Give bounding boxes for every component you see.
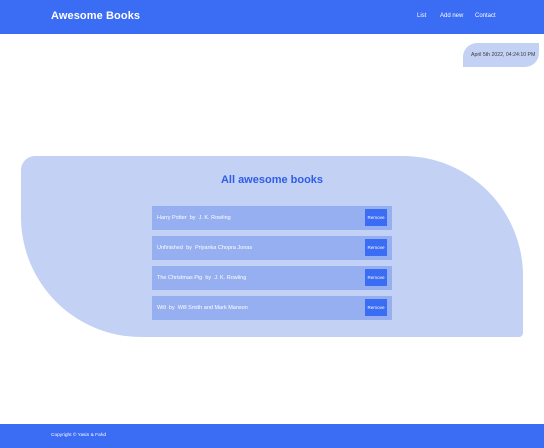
date-text: April 5th 2022, 04:24:10 PM bbox=[471, 52, 536, 58]
remove-button[interactable]: Remove bbox=[365, 239, 387, 256]
book-item: Harry Potter by J. K. Rowling Remove bbox=[152, 206, 392, 230]
book-title: Unfinished bbox=[157, 245, 183, 251]
nav-list-link[interactable]: List bbox=[417, 13, 426, 19]
header: Awesome Books List Add new Contact bbox=[0, 0, 544, 34]
book-author: J. K. Rowling bbox=[214, 275, 247, 281]
book-author: J. K. Rowling bbox=[198, 215, 231, 221]
book-by: by bbox=[186, 245, 192, 251]
footer: Copyright © Yasin & Fahd bbox=[0, 424, 544, 448]
books-title: All awesome books bbox=[220, 174, 324, 186]
remove-button[interactable]: Remove bbox=[365, 269, 387, 286]
nav-menu: List Add new Contact bbox=[0, 13, 544, 23]
nav-contact-link[interactable]: Contact bbox=[475, 13, 496, 19]
book-item: The Christmas Pig by J. K. Rowling Remov… bbox=[152, 266, 392, 290]
book-by: by bbox=[189, 215, 196, 221]
date-display: April 5th 2022, 04:24:10 PM bbox=[463, 43, 539, 67]
book-by: by bbox=[168, 305, 175, 311]
remove-button[interactable]: Remove bbox=[365, 299, 387, 316]
copyright-text: Copyright © Yasin & Fahd bbox=[51, 433, 107, 438]
book-title: Will bbox=[157, 305, 166, 311]
book-info: Harry Potter by J. K. Rowling bbox=[157, 215, 231, 221]
book-info: Will by Will Smith and Mark Manson bbox=[157, 305, 248, 311]
remove-button[interactable]: Remove bbox=[365, 209, 387, 226]
book-info: Unfinished by Priyanka Chopra Jonas bbox=[157, 245, 252, 251]
book-author: Will Smith and Mark Manson bbox=[177, 305, 248, 311]
book-item: Unfinished by Priyanka Chopra Jonas Remo… bbox=[152, 236, 392, 260]
nav-add-new-link[interactable]: Add new bbox=[440, 13, 463, 19]
book-by: by bbox=[205, 275, 212, 281]
book-item: Will by Will Smith and Mark Manson Remov… bbox=[152, 296, 392, 320]
book-author: Priyanka Chopra Jonas bbox=[194, 245, 253, 251]
book-info: The Christmas Pig by J. K. Rowling bbox=[157, 275, 246, 281]
book-title: The Christmas Pig bbox=[157, 275, 203, 281]
book-title: Harry Potter bbox=[157, 215, 187, 221]
